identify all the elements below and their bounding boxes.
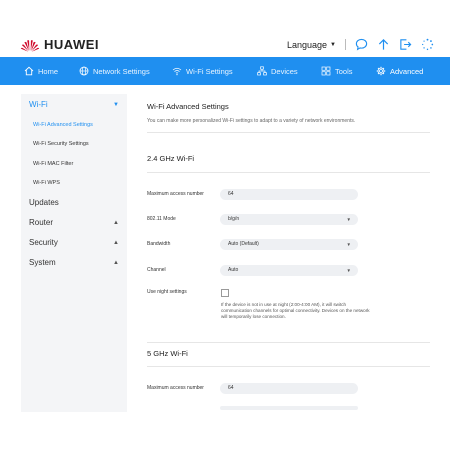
triangle-down-icon: ▼ (113, 102, 119, 108)
sidebar-item-security[interactable]: Security ▲ (29, 238, 121, 247)
chat-icon[interactable] (355, 38, 368, 51)
nav-wifi-settings[interactable]: Wi-Fi Settings (172, 66, 233, 76)
language-label: Language (287, 39, 328, 50)
loading-icon[interactable] (421, 38, 434, 51)
sidebar-item-wifi-mac-filter[interactable]: Wi-Fi MAC Filter (33, 161, 73, 167)
nav-tools-label: Tools (335, 66, 353, 76)
triangle-up-icon: ▲ (113, 260, 119, 266)
night-settings-checkbox[interactable] (221, 289, 229, 297)
sidebar-item-security-label: Security (29, 238, 58, 247)
mode-select[interactable]: b/g/n ▼ (220, 214, 358, 225)
bandwidth-value: Auto (Default) (228, 241, 259, 247)
bandwidth-label: Bandwidth (147, 241, 171, 247)
max-access-label: Maximum access number (147, 191, 204, 197)
divider (147, 132, 430, 133)
next-field-partial[interactable] (220, 406, 358, 410)
upload-icon[interactable] (377, 38, 390, 51)
brand-name: HUAWEI (44, 37, 99, 52)
divider (147, 366, 430, 367)
night-settings-label: Use night settings (147, 289, 187, 295)
max-access-value: 64 (228, 191, 234, 197)
max-access-5g-value: 64 (228, 385, 234, 391)
dropdown-arrow-icon: ▼ (346, 242, 351, 247)
huawei-logo-icon (20, 39, 40, 52)
night-settings-help: If the device is not in use at night (2:… (221, 302, 370, 319)
globe-icon (79, 66, 89, 76)
sidebar-item-router[interactable]: Router ▲ (29, 218, 121, 227)
dropdown-arrow-icon: ▼ (346, 217, 351, 222)
sidebar-item-router-label: Router (29, 218, 54, 227)
sidebar-item-updates-label: Updates (29, 198, 59, 207)
sidebar-item-wifi-security[interactable]: Wi-Fi Security Settings (33, 141, 89, 147)
main-nav: Home Network Settings Wi-Fi Settings Dev… (0, 57, 450, 85)
nav-devices-label: Devices (271, 66, 298, 76)
max-access-5g-label: Maximum access number (147, 385, 204, 391)
sidebar-item-wifi-security-label: Wi-Fi Security Settings (33, 141, 89, 147)
sidebar-item-updates[interactable]: Updates (29, 198, 121, 207)
triangle-up-icon: ▲ (113, 240, 119, 246)
sidebar-item-system[interactable]: System ▲ (29, 258, 121, 267)
mode-value: b/g/n (228, 216, 240, 222)
sidebar-item-wifi-advanced[interactable]: Wi-Fi Advanced Settings (33, 122, 93, 128)
sidebar-item-wifi-wps-label: Wi-Fi WPS (33, 180, 60, 186)
page-title: Wi-Fi Advanced Settings (147, 102, 229, 111)
logout-icon[interactable] (399, 38, 412, 51)
sidebar-item-wifi-mac-filter-label: Wi-Fi MAC Filter (33, 161, 74, 167)
nav-devices[interactable]: Devices (257, 66, 298, 76)
devices-icon (257, 66, 267, 76)
home-icon (24, 66, 34, 76)
triangle-up-icon: ▲ (113, 220, 119, 226)
nav-home[interactable]: Home (24, 66, 58, 76)
nav-advanced[interactable]: Advanced (376, 66, 423, 76)
caret-down-icon: ▼ (330, 41, 336, 48)
sidebar-item-wifi-advanced-label: Wi-Fi Advanced Settings (33, 122, 93, 128)
nav-tools[interactable]: Tools (321, 66, 353, 76)
max-access-input[interactable]: 64 (220, 189, 358, 200)
tools-icon (321, 66, 331, 76)
section-title-24ghz: 2.4 GHz Wi-Fi (147, 154, 195, 163)
section-title-5ghz: 5 GHz Wi-Fi (147, 349, 188, 358)
channel-label: Channel (147, 267, 166, 273)
gear-icon (376, 66, 386, 76)
nav-home-label: Home (38, 66, 59, 76)
sidebar-item-wifi[interactable]: Wi-Fi ▼ (29, 100, 121, 109)
nav-network-settings[interactable]: Network Settings (79, 66, 150, 76)
nav-advanced-label: Advanced (390, 66, 424, 76)
sidebar-item-wifi-wps[interactable]: Wi-Fi WPS (33, 180, 60, 186)
max-access-5g-input[interactable]: 64 (220, 383, 358, 394)
sidebar: Wi-Fi ▼ Wi-Fi Advanced Settings Wi-Fi Se… (21, 94, 127, 412)
nav-network-settings-label: Network Settings (93, 66, 150, 76)
channel-select[interactable]: Auto ▼ (220, 265, 358, 276)
dropdown-arrow-icon: ▼ (346, 268, 351, 273)
mode-label: 802.11 Mode (147, 216, 176, 222)
top-tools: Language ▼ (287, 38, 434, 51)
language-selector[interactable]: Language ▼ (287, 40, 336, 50)
top-bar: HUAWEI Language ▼ (0, 0, 450, 57)
bandwidth-select[interactable]: Auto (Default) ▼ (220, 239, 358, 250)
divider (147, 172, 430, 173)
page-description: You can make more personalized Wi-Fi set… (147, 118, 356, 124)
sidebar-item-system-label: System (29, 258, 56, 267)
huawei-logo[interactable]: HUAWEI (20, 37, 99, 52)
wifi-icon (172, 67, 182, 76)
sidebar-item-wifi-label: Wi-Fi (29, 100, 48, 109)
tools-divider (345, 39, 346, 50)
channel-value: Auto (228, 267, 239, 273)
nav-wifi-settings-label: Wi-Fi Settings (186, 66, 233, 76)
divider (147, 342, 430, 343)
